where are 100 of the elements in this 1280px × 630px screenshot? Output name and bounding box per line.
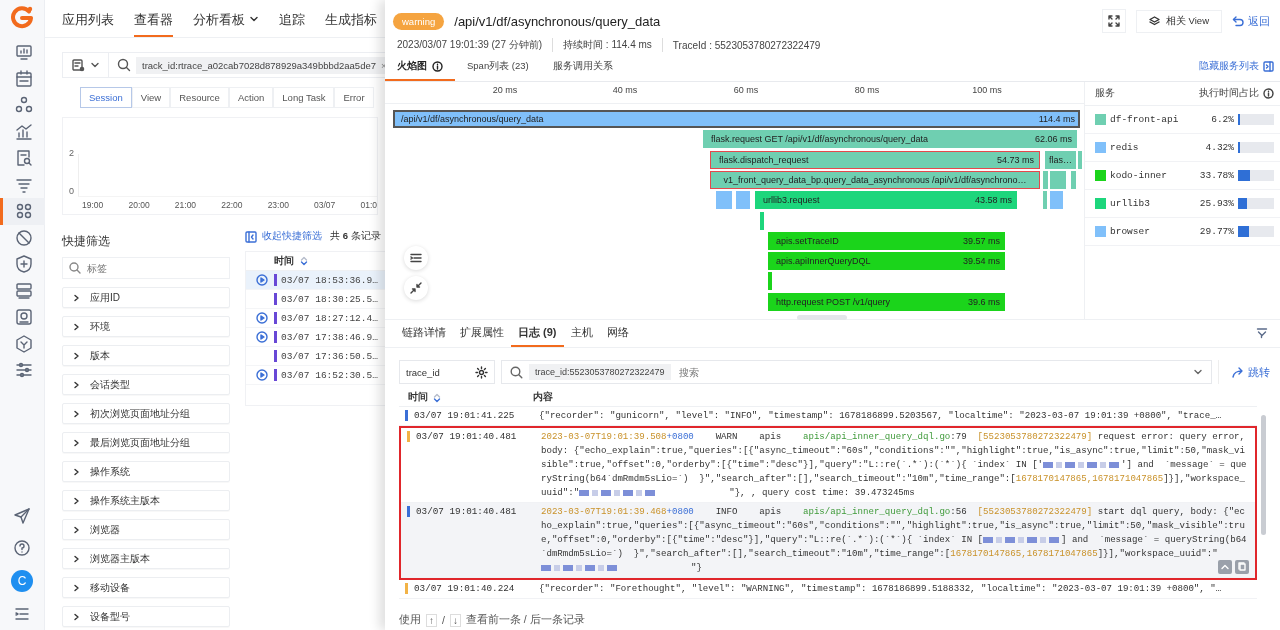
send-icon[interactable] <box>12 506 32 526</box>
detail-tab[interactable]: 链路详情 <box>395 325 453 347</box>
type-tab[interactable]: Error <box>334 87 374 108</box>
collapse-up-icon[interactable] <box>1218 560 1232 574</box>
filter-group[interactable]: 设备型号 <box>62 606 230 627</box>
nav-tab[interactable]: 应用列表 <box>62 0 114 37</box>
detail-tab[interactable]: 日志 (9) <box>511 325 564 347</box>
chevron-down-icon <box>90 60 100 70</box>
arrow-icon <box>1231 365 1244 379</box>
span-bar[interactable]: flas… <box>1045 150 1076 169</box>
detail-tab[interactable]: 网络 <box>599 325 636 347</box>
span-bar[interactable]: apis.setTraceID 39.57 ms <box>768 231 1005 250</box>
filter-group[interactable]: 初次浏览页面地址分组 <box>62 403 230 424</box>
nav-tab[interactable]: 查看器 <box>134 0 173 37</box>
search-input[interactable]: 搜索 <box>676 365 1187 379</box>
span-bar[interactable]: flask.request GET /api/v1/df/asynchronous/query_data 62.06 ms <box>703 130 1077 149</box>
log-time: 03/07 19:01:40.224 <box>414 582 515 595</box>
detail-tab[interactable]: 扩展属性 <box>453 325 511 347</box>
type-tab[interactable]: Session <box>80 87 132 108</box>
hide-services-link[interactable]: 隐藏服务列表 <box>1199 60 1274 81</box>
type-tab[interactable]: View <box>131 87 171 108</box>
span-bar[interactable]: apis.apiInnerQueryDQL 39.54 ms <box>768 252 1005 271</box>
span-bar[interactable]: http.request POST /v1/query 39.6 ms <box>768 292 1005 311</box>
filter-group[interactable]: 浏览器 <box>62 519 230 540</box>
span-bar[interactable]: urllib3.request 43.58 ms <box>755 191 1017 210</box>
filter-chip[interactable]: trace_id:5523053780272322479 <box>529 364 671 380</box>
axis-label: 20 ms <box>492 85 518 95</box>
log-row[interactable]: 03/07 19:01:40.224 {"recorder": "Forethought", "level": "WARNING", "timestamp": 1678186899.5188332, "localtime": "2023-03-07 19:01:39 +0800", "… <box>399 580 1257 599</box>
filter-group[interactable]: 移动设备 <box>62 577 230 598</box>
filter-group[interactable]: 操作系统主版本 <box>62 490 230 511</box>
chevron-right-icon <box>72 409 80 418</box>
filter-icon[interactable] <box>1256 327 1268 339</box>
view-tab[interactable]: Span列表 (23) <box>455 60 541 81</box>
resize-handle[interactable] <box>797 315 847 320</box>
log-message: 2023-03-07T19:01:39.508+0800 WARN apis apis/api_inner_query_dql.go:79 [5523053780272322479] request error: query error, body: {"echo_explain":true,"queries":[{"async_timeout":"60s","conditions":"","highlight":true,"is_async":true,"limit":50,"mask_visible":true,"offset":0,"orderby":[{"time":"desc"}],"query":"L::re(`.*`):(`*`){ `index` IN [' '] and `message` = queryString(b64`dmRmdm5sLio=`) }","search_after":[],"search_timeout":"10m","time_range":[1678170147865,1678171047865]}],"workspace_uuid":" "}, , query cost time: 39.473245ms <box>541 430 1248 500</box>
document-icon <box>71 58 85 72</box>
log-row[interactable]: 03/07 19:01:41.225 {"recorder": "gunicorn", "level": "INFO", "timestamp": 1678186899.5203567, "localtime": "2023-03-07 19:01:39 +0800", "trace_… <box>399 407 1257 426</box>
search-icon <box>117 58 131 72</box>
log-row[interactable] <box>401 503 1255 578</box>
chevron-right-icon <box>72 467 80 476</box>
record-row[interactable]: 03/07 18:53:36.9… <box>246 271 385 290</box>
column-header[interactable]: 时间 <box>408 391 428 404</box>
sort-icon[interactable] <box>300 256 308 266</box>
play-icon[interactable] <box>256 369 268 381</box>
chevron-right-icon <box>72 496 80 505</box>
filter-group[interactable]: 环境 <box>62 316 230 337</box>
column-header: 内容 <box>533 391 554 404</box>
search-field[interactable]: 标签 <box>62 257 230 279</box>
collapse-button[interactable] <box>404 276 428 300</box>
table-cell: 03/07 18:27:12.4… <box>281 312 378 324</box>
filter-group[interactable]: 最后浏览页面地址分组 <box>62 432 230 453</box>
axis-label: 22:00 <box>221 200 243 210</box>
span-bar[interactable]: flask.dispatch_request 54.73 ms <box>710 150 1040 169</box>
filter-group[interactable]: 会话类型 <box>62 374 230 395</box>
filter-group[interactable]: 操作系统 <box>62 461 230 482</box>
view-tab[interactable]: 火焰图 <box>385 60 455 81</box>
axis-label: 60 ms <box>733 85 759 95</box>
span-bar[interactable]: /api/v1/df/asynchronous/query_data 114.4 ms <box>393 110 1080 128</box>
scrollbar[interactable] <box>1261 415 1266 535</box>
key-hint: ↓ <box>449 613 461 627</box>
help-icon[interactable] <box>12 538 32 558</box>
hint-text: 查看前一条 / 后一条记录 <box>465 613 585 627</box>
column-header[interactable]: 时间 <box>274 254 294 268</box>
detail-tab[interactable]: 主机 <box>563 325 600 347</box>
chevron-right-icon <box>72 438 80 447</box>
collapse-link[interactable]: 收起快捷筛选 <box>245 230 322 243</box>
type-tab[interactable]: Resource <box>170 87 229 108</box>
play-icon[interactable] <box>256 274 268 286</box>
type-tab[interactable]: Long Task <box>273 87 335 108</box>
filter-group[interactable]: 应用ID <box>62 287 230 308</box>
status-bar <box>274 274 277 286</box>
span-bar[interactable]: v1_front_query_data_bp.query_data_asynchronous /api/v1/df/asynchrono… <box>710 170 1040 189</box>
trace-meta: 持续时间 : 114.4 ms <box>563 38 663 52</box>
nav-tab[interactable]: 分析看板 <box>193 0 259 37</box>
chevron-right-icon <box>72 380 80 389</box>
fullscreen-button[interactable] <box>1101 9 1126 33</box>
nav-tab[interactable]: 追踪 <box>279 0 305 37</box>
monitor-icon <box>13 42 34 63</box>
view-tab[interactable]: 服务调用关系 <box>540 60 625 81</box>
back-link[interactable]: 返回 <box>1232 13 1270 29</box>
filter-group[interactable]: 浏览器主版本 <box>62 548 230 569</box>
nav-tab[interactable]: 生成指标 <box>325 0 377 37</box>
jump-button[interactable]: 跳转 <box>1218 360 1270 384</box>
play-icon[interactable] <box>256 312 268 324</box>
field-select[interactable]: trace_id <box>399 360 495 384</box>
service-share: 29.77% <box>1198 226 1234 237</box>
play-icon[interactable] <box>256 331 268 343</box>
sidebar-item[interactable] <box>0 198 45 225</box>
log-search-field[interactable]: trace_id:5523053780272322479 搜索 <box>501 360 1212 384</box>
logo-icon[interactable] <box>10 5 34 29</box>
type-tab[interactable]: Action <box>228 87 274 108</box>
list-button[interactable] <box>404 246 428 270</box>
span-block[interactable] <box>768 272 772 291</box>
key-hint: ↑ <box>426 613 437 627</box>
related-view-button[interactable]: 相关 View <box>1135 9 1222 33</box>
sort-icon[interactable] <box>433 392 441 403</box>
status-bar <box>274 293 277 305</box>
hint-text: / <box>442 614 445 626</box>
copy-icon[interactable] <box>1235 560 1249 574</box>
filter-group[interactable]: 版本 <box>62 345 230 366</box>
